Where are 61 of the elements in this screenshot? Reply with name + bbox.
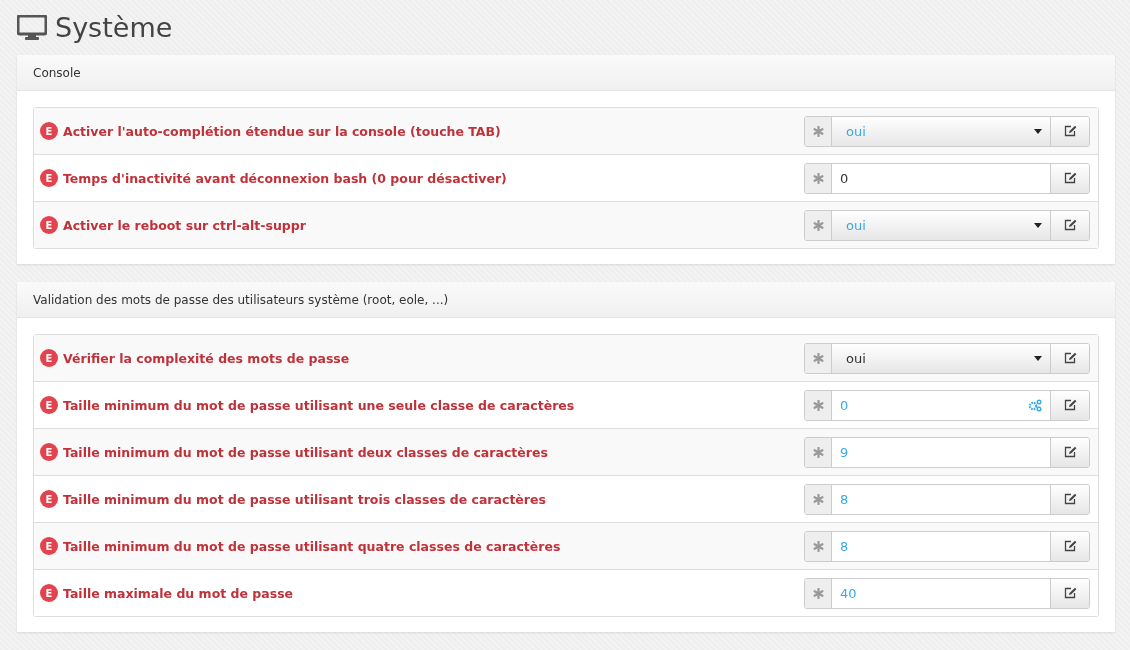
- edit-icon: [1063, 172, 1077, 184]
- setting-label: Taille minimum du mot de passe utilisant une seule classe de caractères: [63, 397, 576, 413]
- asterisk-icon: [812, 399, 824, 411]
- edit-button[interactable]: [1050, 343, 1089, 373]
- input-field[interactable]: 9: [804, 436, 1090, 468]
- panel-title: Console: [17, 55, 1115, 91]
- input-field[interactable]: 0: [804, 162, 1090, 194]
- mode-badge: E: [40, 537, 58, 555]
- edit-icon: [1063, 125, 1077, 137]
- input-field[interactable]: 40: [804, 577, 1090, 609]
- mode-badge: E: [40, 490, 58, 508]
- edit-button[interactable]: [1050, 531, 1089, 561]
- edit-button[interactable]: [1050, 210, 1089, 240]
- mode-badge: E: [40, 443, 58, 461]
- edit-button[interactable]: [1050, 390, 1089, 420]
- edit-icon: [1063, 219, 1077, 231]
- edit-button[interactable]: [1050, 163, 1089, 193]
- mode-badge: E: [40, 122, 58, 140]
- edit-button[interactable]: [1050, 578, 1089, 608]
- input-field[interactable]: 8: [804, 530, 1090, 562]
- caret-icon: [1034, 222, 1042, 228]
- edit-icon: [1063, 493, 1077, 505]
- asterisk-icon: [812, 172, 824, 184]
- select-field[interactable]: oui: [804, 342, 1090, 374]
- asterisk-icon: [812, 587, 824, 599]
- mode-badge: E: [40, 216, 58, 234]
- edit-icon: [1063, 446, 1077, 458]
- setting-label: Activer le reboot sur ctrl-alt-suppr: [63, 217, 307, 233]
- setting-label: Taille minimum du mot de passe utilisant quatre classes de caractères: [63, 538, 562, 554]
- input-field[interactable]: 8: [804, 483, 1090, 515]
- edit-button[interactable]: [1050, 116, 1089, 146]
- edit-icon: [1063, 352, 1077, 364]
- panel-title: Validation des mots de passe des utilisateurs système (root, eole, ...): [17, 282, 1115, 318]
- setting-label: Taille minimum du mot de passe utilisant trois classes de caractères: [63, 491, 547, 507]
- asterisk-icon: [812, 446, 824, 458]
- asterisk-icon: [812, 125, 824, 137]
- monitor-icon: [17, 14, 47, 41]
- edit-button[interactable]: [1050, 437, 1089, 467]
- setting-label: Taille minimum du mot de passe utilisant deux classes de caractères: [63, 444, 549, 460]
- caret-icon: [1034, 355, 1042, 361]
- asterisk-icon: [812, 219, 824, 231]
- mode-badge: E: [40, 396, 58, 414]
- setting-label: Vérifier la complexité des mots de passe: [63, 350, 351, 366]
- page-title: Système: [55, 12, 173, 43]
- setting-label: Temps d'inactivité avant déconnexion bash (0 pour désactiver): [63, 170, 508, 186]
- setting-label: Activer l'auto-complétion étendue sur la console (touche TAB): [63, 123, 502, 139]
- edit-button[interactable]: [1050, 484, 1089, 514]
- edit-icon: [1063, 540, 1077, 552]
- input-field[interactable]: 0: [804, 389, 1090, 421]
- select-field[interactable]: oui: [804, 209, 1090, 241]
- caret-icon: [1034, 128, 1042, 134]
- select-field[interactable]: oui: [804, 115, 1090, 147]
- mode-badge: E: [40, 349, 58, 367]
- asterisk-icon: [812, 493, 824, 505]
- edit-icon: [1063, 399, 1077, 411]
- mode-badge: E: [40, 584, 58, 602]
- asterisk-icon: [812, 540, 824, 552]
- edit-icon: [1063, 587, 1077, 599]
- mode-badge: E: [40, 169, 58, 187]
- setting-label: Taille maximale du mot de passe: [63, 585, 295, 601]
- asterisk-icon: [812, 352, 824, 364]
